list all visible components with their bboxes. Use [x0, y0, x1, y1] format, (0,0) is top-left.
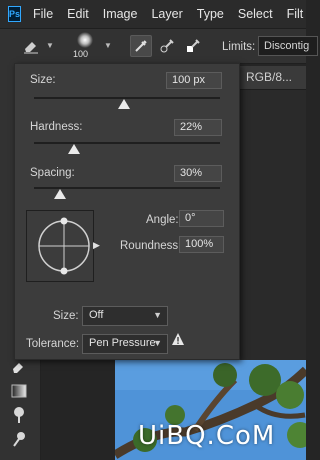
- menu-bar: Ps File Edit Image Layer Type Select Fil…: [0, 0, 306, 28]
- lower-tools-panel: [0, 352, 41, 460]
- menu-type[interactable]: Type: [197, 7, 224, 21]
- chevron-down-icon: ▼: [153, 310, 162, 320]
- menu-filter[interactable]: Filt: [287, 7, 304, 21]
- menu-edit[interactable]: Edit: [67, 7, 89, 21]
- sample-background-swatch-icon[interactable]: [182, 35, 204, 57]
- pen-tool-icon[interactable]: [8, 428, 30, 450]
- brush-tip-angle-widget[interactable]: [26, 210, 94, 282]
- size-control-label: Size:: [53, 310, 79, 322]
- warning-icon: [171, 332, 185, 346]
- photoshop-logo: Ps: [8, 6, 22, 22]
- menu-layer[interactable]: Layer: [151, 7, 182, 21]
- spacing-input[interactable]: 30%: [174, 165, 222, 182]
- hardness-slider-thumb[interactable]: [68, 143, 80, 154]
- brush-preset-panel: Size: 100 px Hardness: 22% Spacing: 30% …: [14, 63, 240, 360]
- angle-arrow-icon[interactable]: ▶: [93, 240, 100, 251]
- hardness-label: Hardness:: [30, 121, 83, 133]
- sample-continuous-icon[interactable]: [130, 35, 152, 57]
- gradient-tool-icon[interactable]: [8, 380, 30, 402]
- hardness-slider-track[interactable]: [34, 142, 220, 144]
- size-label: Size:: [30, 74, 56, 86]
- menu-select[interactable]: Select: [238, 7, 273, 21]
- menu-file[interactable]: File: [33, 7, 53, 21]
- limits-label: Limits:: [222, 41, 256, 53]
- spacing-slider-thumb[interactable]: [54, 188, 66, 199]
- roundness-input[interactable]: 100%: [179, 236, 224, 253]
- hardness-input[interactable]: 22%: [174, 119, 222, 136]
- eraser-tool-icon[interactable]: [20, 35, 42, 57]
- menu-image[interactable]: Image: [103, 7, 138, 21]
- brush-picker-chevron-icon[interactable]: ▼: [104, 41, 112, 50]
- tolerance-label: Tolerance:: [26, 338, 80, 350]
- spacing-label: Spacing:: [30, 167, 75, 179]
- size-control-value: Off: [89, 309, 104, 321]
- watermark-text: UiBQ.CoM: [138, 421, 276, 451]
- size-input[interactable]: 100 px: [166, 72, 222, 89]
- tool-preset-chevron-icon[interactable]: ▼: [46, 41, 54, 50]
- tolerance-value: Pen Pressure: [89, 337, 156, 349]
- angle-label: Angle:: [146, 214, 179, 226]
- size-slider-thumb[interactable]: [118, 98, 130, 109]
- size-control-select[interactable]: Off ▼: [82, 306, 168, 326]
- dodge-tool-icon[interactable]: [8, 404, 30, 426]
- document-tab[interactable]: RGB/8...: [240, 66, 306, 90]
- angle-input[interactable]: 0°: [179, 210, 224, 227]
- chevron-down-icon: ▼: [153, 338, 162, 348]
- sample-once-icon[interactable]: [156, 35, 178, 57]
- roundness-label: Roundness:: [120, 240, 182, 252]
- tolerance-select[interactable]: Pen Pressure ▼: [82, 334, 168, 354]
- brush-size-readout: 100: [73, 49, 89, 59]
- limits-dropdown[interactable]: Discontig: [258, 36, 318, 56]
